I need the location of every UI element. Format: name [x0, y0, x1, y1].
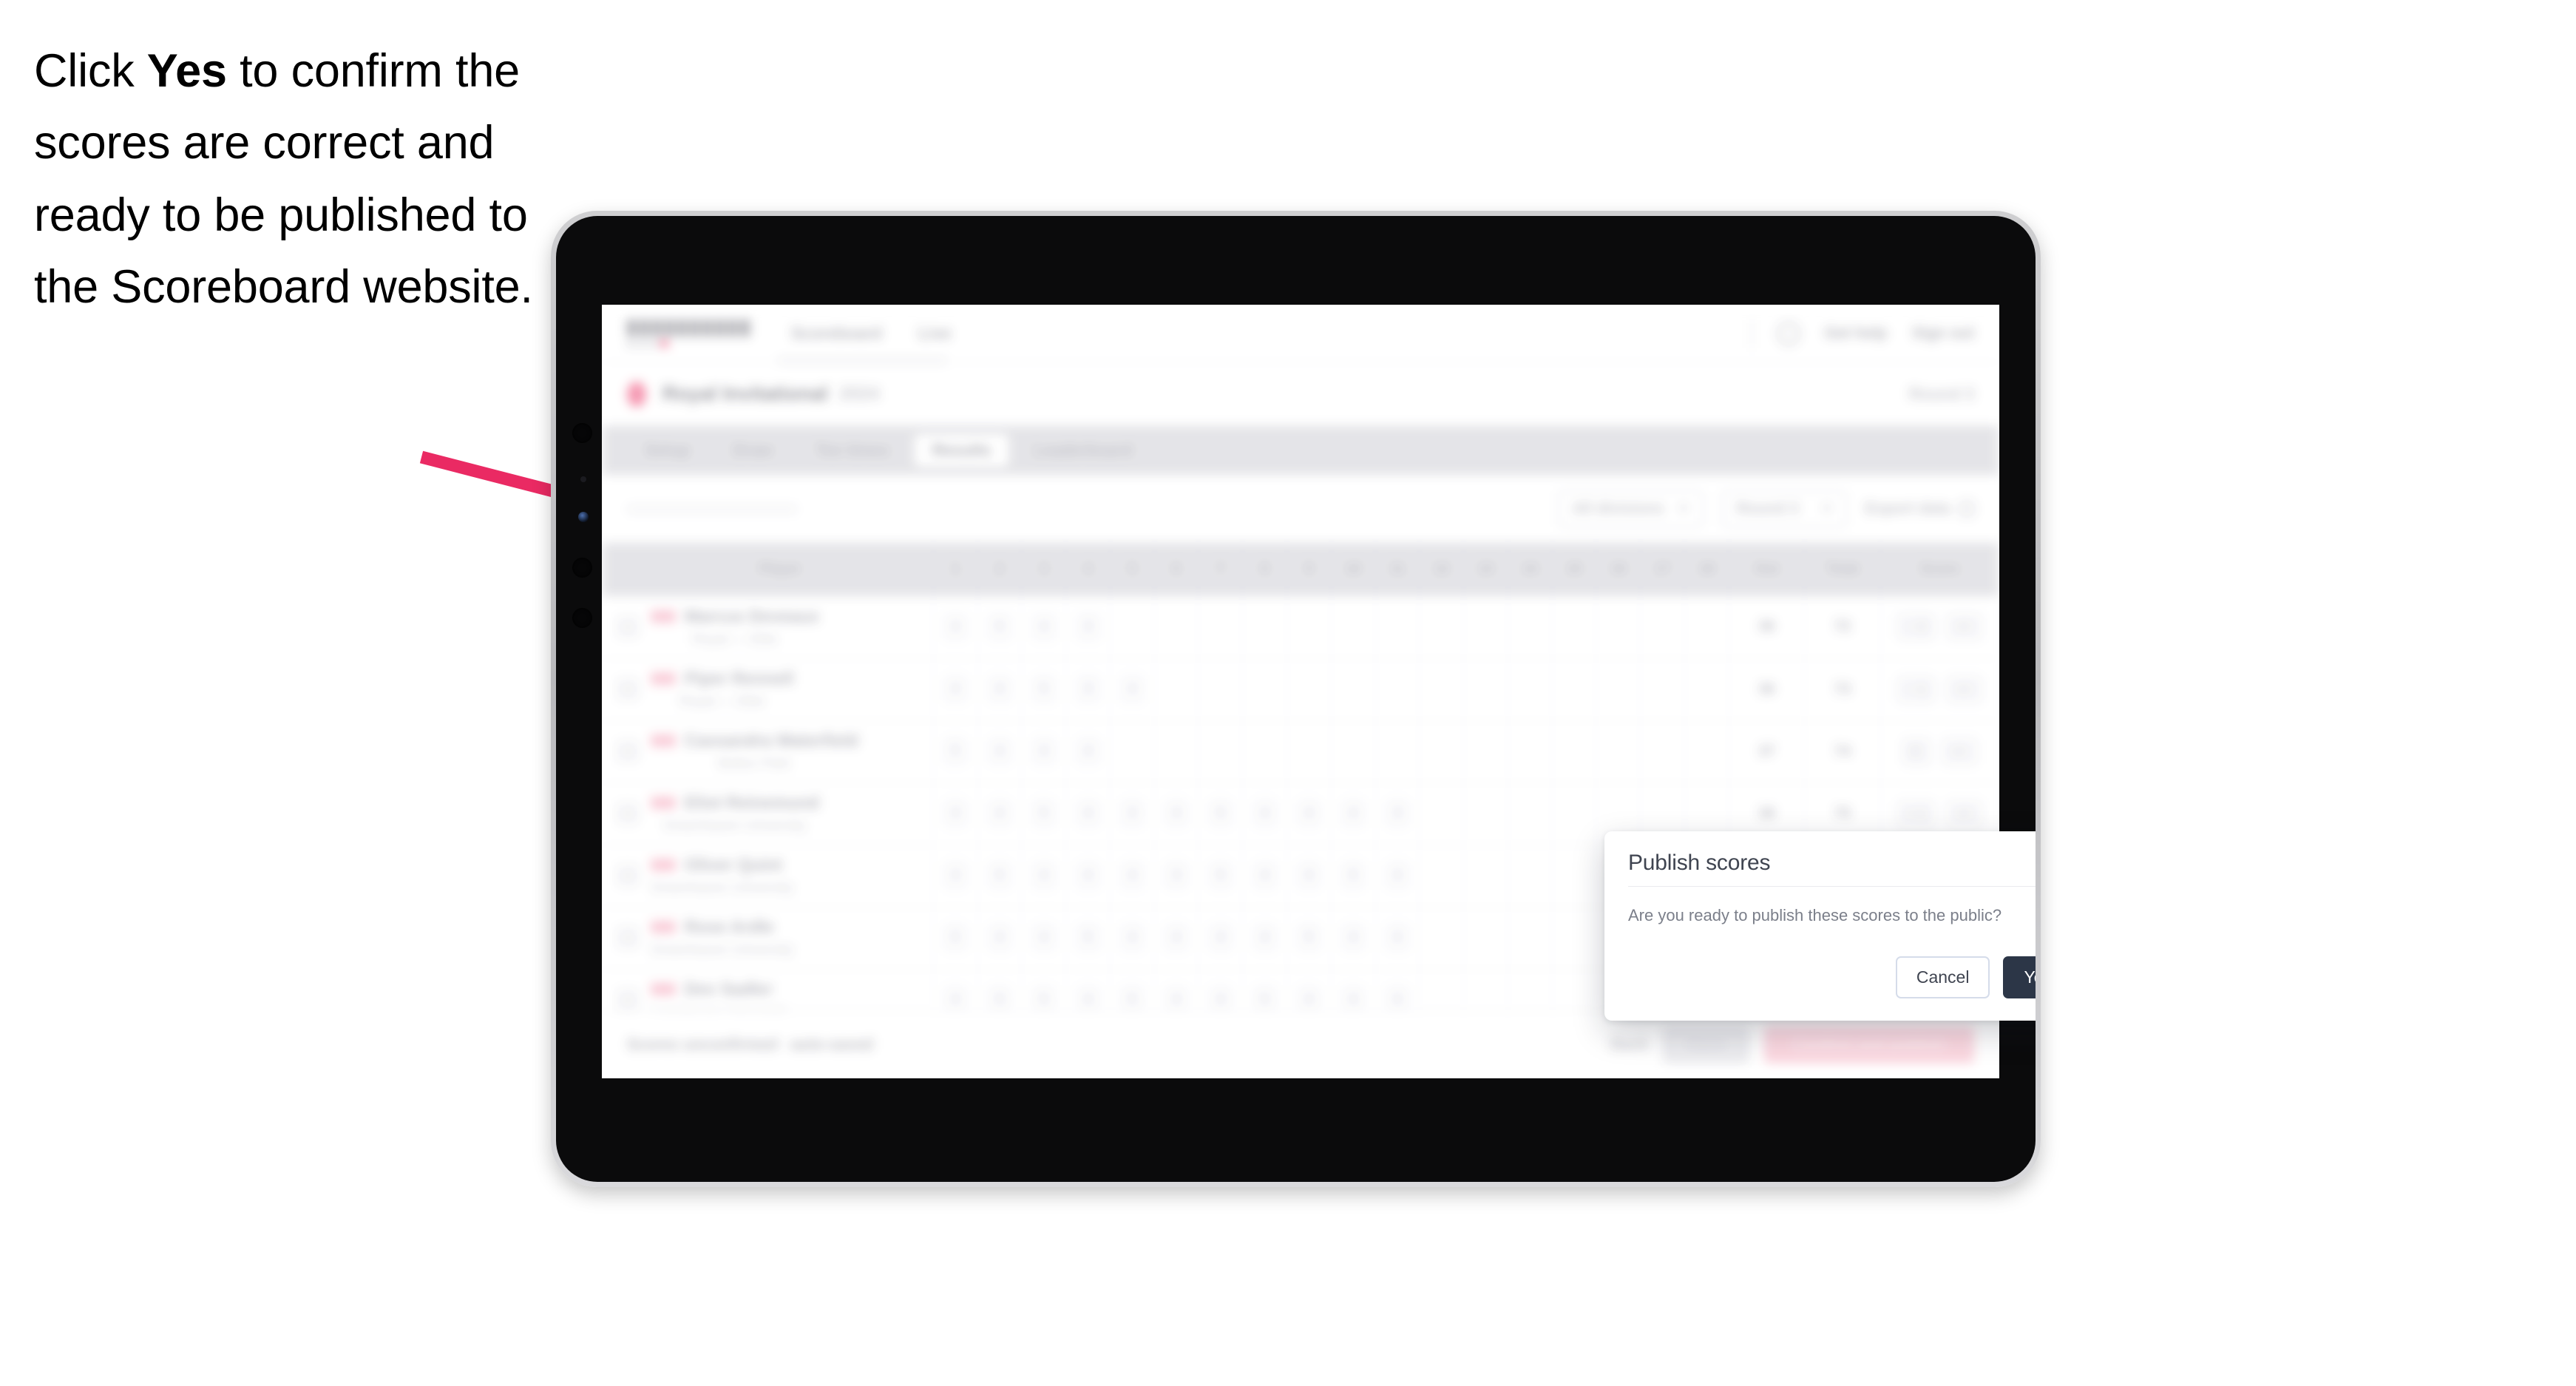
ambient-sensor-icon [580, 476, 586, 482]
instruction-before: Click [34, 45, 147, 97]
microphone-icon [572, 608, 592, 628]
tablet-device: Scoreboard Live Get help Sign out Royal … [551, 211, 2041, 1187]
screenshot-root: Click Yes to confirm the scores are corr… [0, 0, 2576, 1386]
instruction-emphasis: Yes [146, 45, 227, 97]
dialog-title: Publish scores [1628, 851, 1771, 875]
front-camera-icon [572, 423, 592, 443]
instruction-text: Click Yes to confirm the scores are corr… [34, 36, 596, 323]
cancel-button[interactable]: Cancel [1895, 956, 1990, 998]
status-led-icon [578, 512, 589, 522]
dialog-actions: Cancel Yes [1628, 956, 2036, 998]
tablet-bezel: Scoreboard Live Get help Sign out Royal … [556, 216, 2036, 1182]
depth-sensor-icon [572, 558, 592, 578]
publish-scores-dialog: Publish scores × Are you ready to publis… [1604, 831, 2036, 1021]
yes-button[interactable]: Yes [2003, 956, 2036, 998]
dialog-message: Are you ready to publish these scores to… [1628, 906, 2002, 924]
dialog-header: Publish scores × [1628, 851, 2036, 887]
